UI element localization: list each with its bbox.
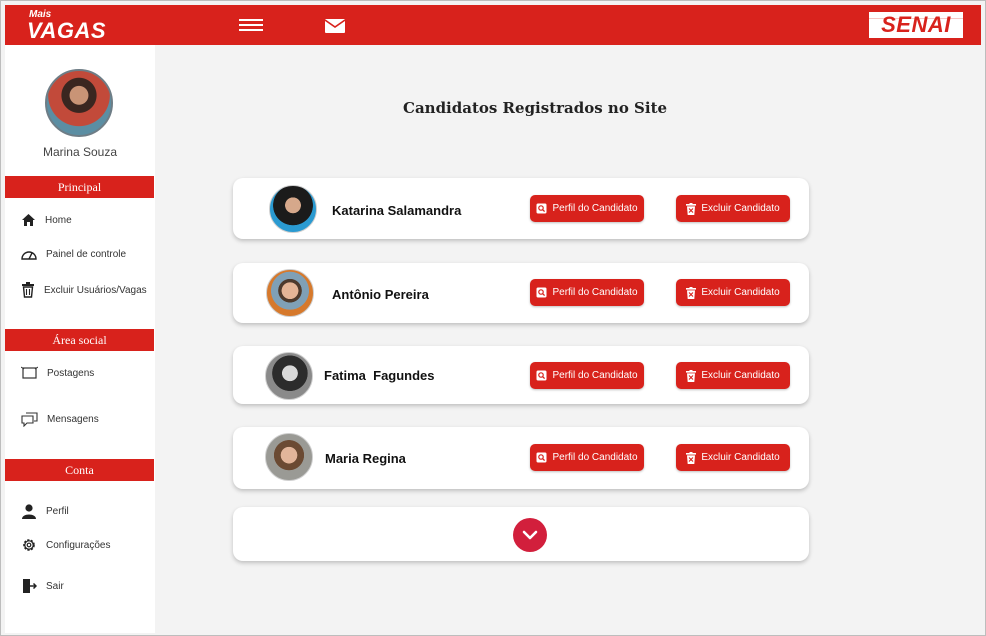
sidebar-item-profile[interactable]: Perfil [21, 501, 69, 521]
candidate-card: Maria Regina Perfil do Candidato Excluir… [233, 427, 809, 489]
candidate-name: Antônio Pereira [332, 287, 429, 302]
posts-icon [21, 366, 38, 379]
load-more-button[interactable] [513, 518, 547, 552]
profile-button-label: Perfil do Candidato [552, 452, 638, 463]
sidebar-item-messages[interactable]: Mensagens [21, 409, 99, 429]
section-header-social: Área social [5, 329, 154, 351]
sidebar-item-label: Mensagens [47, 413, 99, 425]
top-bar: Mais VAGAS SENAI [5, 5, 981, 45]
section-header-conta: Conta [5, 459, 154, 481]
search-profile-icon [536, 203, 547, 214]
senai-logo: SENAI [869, 12, 963, 38]
delete-button-label: Excluir Candidato [701, 287, 780, 298]
gear-icon [23, 539, 35, 551]
messages-icon [21, 411, 38, 427]
profile-button-label: Perfil do Candidato [552, 287, 638, 298]
delete-candidate-button[interactable]: Excluir Candidato [676, 279, 790, 306]
delete-button-label: Excluir Candidato [701, 203, 780, 214]
user-icon [22, 503, 36, 519]
candidate-avatar[interactable] [266, 269, 314, 317]
sidebar-item-label: Excluir Usuários/Vagas [44, 284, 147, 296]
delete-button-label: Excluir Candidato [701, 370, 780, 381]
profile-candidate-button[interactable]: Perfil do Candidato [530, 195, 644, 222]
trash-icon [686, 202, 697, 215]
sidebar-item-label: Sair [46, 580, 64, 592]
candidate-name: Maria Regina [325, 451, 406, 466]
profile-candidate-button[interactable]: Perfil do Candidato [530, 362, 644, 389]
section-header-principal: Principal [5, 176, 154, 198]
logout-icon [23, 579, 37, 593]
candidate-name: Katarina Salamandra [332, 203, 462, 218]
sidebar-item-home[interactable]: Home [21, 210, 72, 230]
candidate-card: Fatima Fagundes Perfil do Candidato Excl… [233, 346, 809, 404]
candidate-name: Fatima Fagundes [324, 368, 435, 383]
trash-icon [686, 286, 697, 299]
mail-icon[interactable] [324, 19, 346, 33]
home-icon [22, 214, 35, 226]
trash-icon [686, 369, 697, 382]
load-more-card [233, 507, 809, 561]
sidebar-item-label: Home [45, 214, 72, 226]
sidebar-item-label: Painel de controle [46, 248, 127, 260]
page-title: Candidatos Registrados no Site [403, 99, 668, 117]
sidebar-item-posts[interactable]: Postagens [21, 363, 94, 383]
profile-candidate-button[interactable]: Perfil do Candidato [530, 279, 644, 306]
mais-vagas-logo[interactable]: Mais VAGAS [27, 8, 117, 44]
trash-icon [686, 451, 697, 464]
profile-button-label: Perfil do Candidato [552, 203, 638, 214]
user-avatar[interactable] [45, 69, 113, 137]
user-name: Marina Souza [42, 145, 118, 159]
chevron-down-icon [522, 530, 538, 540]
candidate-avatar[interactable] [265, 352, 313, 400]
delete-candidate-button[interactable]: Excluir Candidato [676, 195, 790, 222]
sidebar-item-delete[interactable]: Excluir Usuários/Vagas [21, 280, 147, 300]
candidate-avatar[interactable] [265, 433, 313, 481]
candidate-avatar[interactable] [269, 185, 317, 233]
sidebar-item-logout[interactable]: Sair [21, 576, 64, 596]
hamburger-icon[interactable] [239, 19, 263, 33]
sidebar-item-dashboard[interactable]: Painel de controle [21, 244, 126, 264]
sidebar-item-label: Configurações [46, 539, 111, 551]
search-profile-icon [536, 452, 547, 463]
profile-button-label: Perfil do Candidato [552, 370, 638, 381]
logo-big-text: VAGAS [27, 18, 107, 43]
candidate-card: Katarina Salamandra Perfil do Candidato … [233, 178, 809, 239]
sidebar: Marina Souza Principal Home Painel de co… [5, 45, 155, 633]
trash-icon [22, 282, 34, 298]
sidebar-item-label: Perfil [46, 505, 69, 517]
dashboard-icon [21, 251, 37, 260]
delete-candidate-button[interactable]: Excluir Candidato [676, 444, 790, 471]
search-profile-icon [536, 287, 547, 298]
delete-candidate-button[interactable]: Excluir Candidato [676, 362, 790, 389]
search-profile-icon [536, 370, 547, 381]
sidebar-item-settings[interactable]: Configurações [21, 535, 110, 555]
candidate-card: Antônio Pereira Perfil do Candidato Excl… [233, 263, 809, 323]
app-window: Mais VAGAS SENAI Marina Souza Principal … [0, 0, 986, 636]
profile-candidate-button[interactable]: Perfil do Candidato [530, 444, 644, 471]
sidebar-item-label: Postagens [47, 367, 95, 379]
delete-button-label: Excluir Candidato [701, 452, 780, 463]
